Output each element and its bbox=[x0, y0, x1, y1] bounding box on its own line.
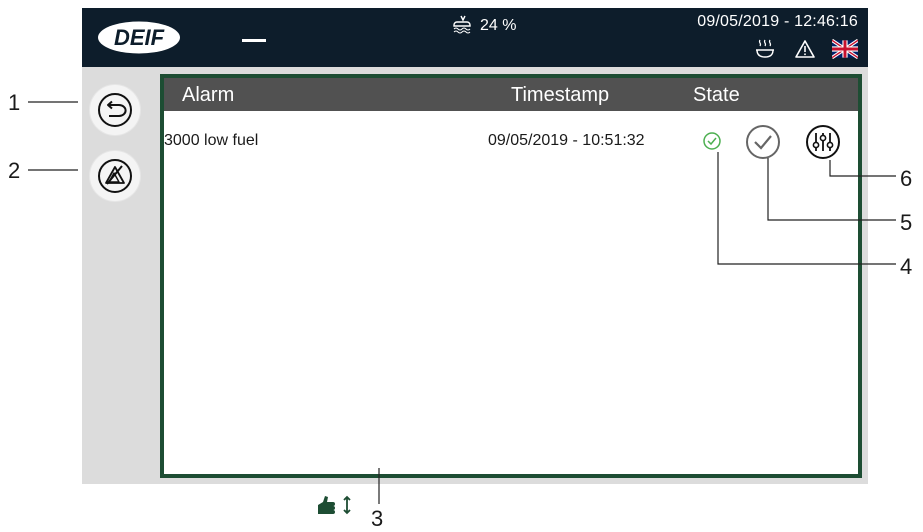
alarm-timestamp: 09/05/2019 - 10:51:32 bbox=[488, 132, 645, 149]
uk-flag-icon[interactable] bbox=[832, 38, 858, 60]
silence-alarm-button[interactable] bbox=[90, 151, 140, 201]
alarm-list-panel: Alarm Timestamp State 3000 low fuel 09/0… bbox=[160, 74, 862, 478]
system-datetime: 09/05/2019 - 12:46:16 bbox=[697, 13, 858, 30]
acknowledge-check-icon[interactable] bbox=[744, 123, 782, 161]
fuel-level-indicator: 24 % bbox=[452, 14, 517, 39]
warning-triangle-icon[interactable] bbox=[792, 38, 818, 60]
callout-6: 6 bbox=[900, 166, 913, 191]
callout-4: 4 bbox=[900, 254, 913, 279]
menu-dash-icon[interactable] bbox=[242, 39, 266, 42]
controller-display: DEIF 24 % 09/05/2019 - 12:46:16 Alarm Ti… bbox=[82, 8, 868, 484]
callout-2: 2 bbox=[8, 158, 21, 183]
svg-text:DEIF: DEIF bbox=[114, 25, 165, 50]
heater-icon bbox=[752, 38, 778, 60]
status-icons bbox=[752, 38, 858, 60]
silence-alarm-icon bbox=[98, 159, 132, 193]
header-timestamp: Timestamp bbox=[511, 84, 610, 106]
deif-logo: DEIF bbox=[96, 20, 182, 55]
callout-3: 3 bbox=[371, 506, 384, 531]
header-alarm: Alarm bbox=[182, 84, 235, 106]
back-button[interactable] bbox=[90, 85, 140, 135]
check-circle-small-icon bbox=[703, 132, 721, 150]
alarm-name: 3000 low fuel bbox=[164, 132, 259, 149]
alarm-row[interactable]: 3000 low fuel 09/05/2019 - 10:51:32 bbox=[164, 123, 858, 159]
callout-5: 5 bbox=[900, 210, 913, 235]
parameter-settings-icon[interactable] bbox=[804, 123, 842, 161]
fuel-level-value: 24 % bbox=[480, 17, 517, 34]
callout-1: 1 bbox=[8, 90, 21, 115]
swipe-scroll-icon bbox=[316, 494, 356, 516]
back-arrow-icon bbox=[98, 93, 132, 127]
alarm-table-header: Alarm Timestamp State bbox=[164, 78, 858, 111]
fuel-tank-icon bbox=[452, 14, 474, 39]
header-state: State bbox=[693, 84, 740, 106]
top-status-bar: DEIF 24 % 09/05/2019 - 12:46:16 bbox=[82, 8, 868, 67]
